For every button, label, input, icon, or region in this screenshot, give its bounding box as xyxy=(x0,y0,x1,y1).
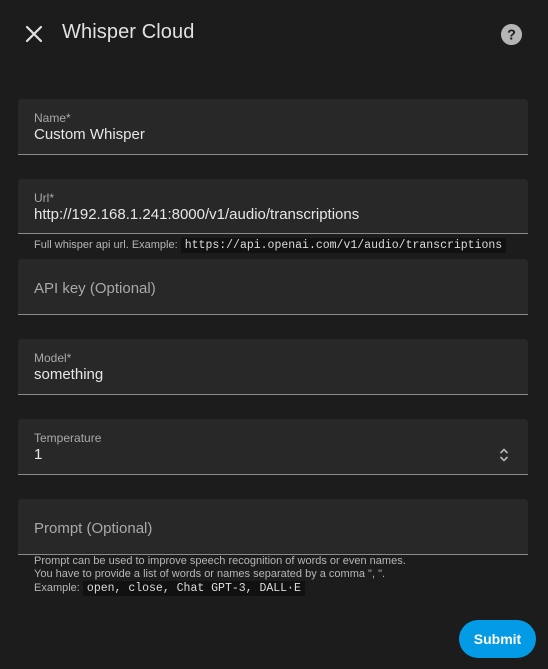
prompt-helper-line1: Prompt can be used to improve speech rec… xyxy=(34,555,406,567)
temperature-label: Temperature xyxy=(34,431,102,445)
svg-text:?: ? xyxy=(507,27,516,43)
url-helper-code: https://api.openai.com/v1/audio/transcri… xyxy=(180,238,507,253)
prompt-helper: Prompt can be used to improve speech rec… xyxy=(34,555,406,596)
url-helper: Full whisper api url. Example: https://a… xyxy=(34,238,507,253)
dialog-header: Whisper Cloud ? xyxy=(0,0,548,68)
unfold-icon[interactable] xyxy=(498,447,510,463)
help-button[interactable]: ? xyxy=(500,23,523,46)
url-field[interactable]: Url* http://192.168.1.241:8000/v1/audio/… xyxy=(18,179,528,234)
submit-button[interactable]: Submit xyxy=(459,620,536,658)
prompt-helper-example-label: Example: xyxy=(34,582,80,594)
url-label: Url* xyxy=(34,191,54,205)
name-field[interactable]: Name* Custom Whisper xyxy=(18,99,528,155)
prompt-helper-code: open, close, Chat GPT-3, DALL·E xyxy=(82,581,305,596)
prompt-field[interactable]: Prompt (Optional) xyxy=(18,499,528,555)
url-helper-text: Full whisper api url. Example: xyxy=(34,239,178,251)
dialog-title: Whisper Cloud xyxy=(62,21,195,43)
name-input[interactable]: Custom Whisper xyxy=(34,126,145,143)
help-icon: ? xyxy=(500,23,523,46)
close-icon xyxy=(25,25,43,43)
api-key-field[interactable]: API key (Optional) xyxy=(18,259,528,315)
model-input[interactable]: something xyxy=(34,366,103,383)
temperature-input[interactable]: 1 xyxy=(34,446,42,463)
prompt-input[interactable]: Prompt (Optional) xyxy=(34,520,152,537)
model-field[interactable]: Model* something xyxy=(18,339,528,395)
name-label: Name* xyxy=(34,111,71,125)
model-label: Model* xyxy=(34,351,72,365)
temperature-field[interactable]: Temperature 1 xyxy=(18,419,528,475)
close-button[interactable] xyxy=(22,22,46,46)
api-key-input[interactable]: API key (Optional) xyxy=(34,280,156,297)
prompt-helper-line2: You have to provide a list of words or n… xyxy=(34,568,386,580)
url-input[interactable]: http://192.168.1.241:8000/v1/audio/trans… xyxy=(34,206,359,223)
